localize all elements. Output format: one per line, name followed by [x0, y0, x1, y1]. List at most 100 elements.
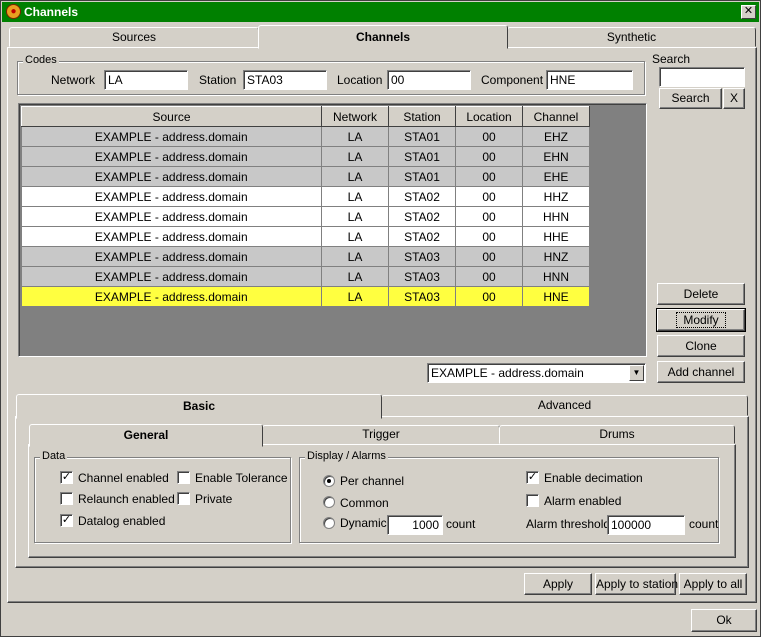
cell-channel: EHZ	[522, 126, 590, 147]
cell-network: LA	[321, 146, 389, 167]
relaunch-enabled-checkbox[interactable]	[60, 492, 73, 505]
apply-to-station-button[interactable]: Apply to station	[595, 573, 678, 595]
table-row[interactable]: EXAMPLE - address.domain LA STA03 00 HNZ	[21, 246, 590, 267]
table-row[interactable]: EXAMPLE - address.domain LA STA03 00 HNN	[21, 266, 590, 287]
table-row[interactable]: EXAMPLE - address.domain LA STA02 00 HHN	[21, 206, 590, 227]
component-input[interactable]: HNE	[546, 70, 633, 90]
cell-source: EXAMPLE - address.domain	[21, 286, 322, 307]
cell-channel: HHN	[522, 206, 590, 227]
cell-network: LA	[321, 266, 389, 287]
tab-drums[interactable]: Drums	[499, 425, 735, 444]
cell-source: EXAMPLE - address.domain	[21, 126, 322, 147]
private-checkbox[interactable]	[177, 492, 190, 505]
alarm-threshold-input[interactable]: 100000	[607, 515, 685, 535]
ok-button[interactable]: Ok	[691, 609, 757, 632]
alarm-enabled-label: Alarm enabled	[544, 494, 622, 508]
dynamic-radio[interactable]	[323, 517, 335, 529]
enable-decimation-checkbox[interactable]: ✓	[526, 471, 539, 484]
app-icon: ●	[6, 4, 21, 19]
cell-location: 00	[455, 166, 523, 187]
cell-station: STA03	[388, 246, 456, 267]
common-label: Common	[340, 496, 389, 510]
dynamic-count-input[interactable]: 1000	[387, 515, 443, 535]
cell-channel: HNZ	[522, 246, 590, 267]
cell-source: EXAMPLE - address.domain	[21, 226, 322, 247]
tab-channels[interactable]: Channels	[258, 25, 508, 49]
alarm-enabled-checkbox[interactable]	[526, 494, 539, 507]
cell-network: LA	[321, 186, 389, 207]
table-row[interactable]: EXAMPLE - address.domain LA STA01 00 EHN	[21, 146, 590, 167]
cell-station: STA01	[388, 126, 456, 147]
table-row[interactable]: EXAMPLE - address.domain LA STA01 00 EHE	[21, 166, 590, 187]
private-label: Private	[195, 492, 233, 506]
source-select-value: EXAMPLE - address.domain	[431, 366, 584, 380]
component-label: Component	[481, 73, 544, 87]
header-network[interactable]: Network	[321, 106, 389, 127]
cell-channel: HHZ	[522, 186, 590, 207]
apply-to-all-button[interactable]: Apply to all	[679, 573, 747, 595]
tab-general[interactable]: General	[29, 424, 263, 447]
table-row[interactable]: EXAMPLE - address.domain LA STA02 00 HHZ	[21, 186, 590, 207]
table-row[interactable]: EXAMPLE - address.domain LA STA01 00 EHZ	[21, 126, 590, 147]
dynamic-count-unit: count	[446, 517, 476, 531]
cell-location: 00	[455, 266, 523, 287]
station-label: Station	[199, 73, 237, 87]
table-row[interactable]: EXAMPLE - address.domain LA STA02 00 HHE	[21, 226, 590, 247]
enable-tolerance-label: Enable Tolerance	[195, 471, 288, 485]
clone-button[interactable]: Clone	[657, 335, 745, 357]
datalog-enabled-checkbox[interactable]: ✓	[60, 514, 73, 527]
cell-source: EXAMPLE - address.domain	[21, 186, 322, 207]
cell-location: 00	[455, 146, 523, 167]
add-channel-button[interactable]: Add channel	[657, 361, 745, 383]
cell-location: 00	[455, 126, 523, 147]
search-button[interactable]: Search	[659, 88, 722, 109]
per-channel-radio[interactable]	[323, 475, 335, 487]
apply-button[interactable]: Apply	[524, 573, 592, 595]
channels-table: Source Network Station Location Channel …	[18, 103, 647, 357]
cell-station: STA02	[388, 206, 456, 227]
header-station[interactable]: Station	[388, 106, 456, 127]
network-label: Network	[51, 73, 96, 87]
cell-network: LA	[321, 286, 389, 307]
alarm-threshold-unit: count	[689, 517, 719, 531]
alarm-threshold-label: Alarm threshold	[526, 517, 611, 531]
cell-station: STA03	[388, 266, 456, 287]
close-button[interactable]: ✕	[741, 5, 756, 19]
tab-trigger[interactable]: Trigger	[262, 425, 500, 444]
dynamic-label: Dynamic	[340, 516, 387, 530]
cell-location: 00	[455, 226, 523, 247]
header-location[interactable]: Location	[455, 106, 523, 127]
tab-basic[interactable]: Basic	[16, 394, 382, 419]
cell-location: 00	[455, 206, 523, 227]
delete-button[interactable]: Delete	[657, 283, 745, 305]
cell-source: EXAMPLE - address.domain	[21, 166, 322, 187]
header-source[interactable]: Source	[21, 106, 322, 127]
tab-sources[interactable]: Sources	[9, 27, 259, 47]
enable-decimation-label: Enable decimation	[544, 471, 643, 485]
chevron-down-icon[interactable]: ▼	[629, 365, 644, 381]
station-input[interactable]: STA03	[243, 70, 327, 90]
enable-tolerance-checkbox[interactable]	[177, 471, 190, 484]
clear-search-button[interactable]: X	[723, 88, 745, 109]
tab-advanced[interactable]: Advanced	[381, 395, 748, 416]
channel-enabled-checkbox[interactable]: ✓	[60, 471, 73, 484]
header-channel[interactable]: Channel	[522, 106, 590, 127]
cell-station: STA01	[388, 166, 456, 187]
cell-location: 00	[455, 286, 523, 307]
per-channel-label: Per channel	[340, 474, 405, 488]
cell-location: 00	[455, 186, 523, 207]
relaunch-enabled-label: Relaunch enabled	[78, 492, 175, 506]
cell-source: EXAMPLE - address.domain	[21, 266, 322, 287]
cell-channel: EHN	[522, 146, 590, 167]
search-label: Search	[652, 52, 691, 66]
codes-legend: Codes	[23, 54, 59, 66]
common-radio[interactable]	[323, 496, 335, 508]
modify-button[interactable]: Modify	[656, 308, 746, 332]
search-input[interactable]	[659, 67, 745, 87]
source-select[interactable]: EXAMPLE - address.domain ▼	[427, 363, 646, 383]
tab-synthetic[interactable]: Synthetic	[507, 27, 756, 47]
location-input[interactable]: 00	[387, 70, 471, 90]
table-row[interactable]: EXAMPLE - address.domain LA STA03 00 HNE	[21, 286, 590, 307]
title-bar[interactable]: ● Channels ✕	[2, 2, 759, 22]
network-input[interactable]: LA	[104, 70, 188, 90]
